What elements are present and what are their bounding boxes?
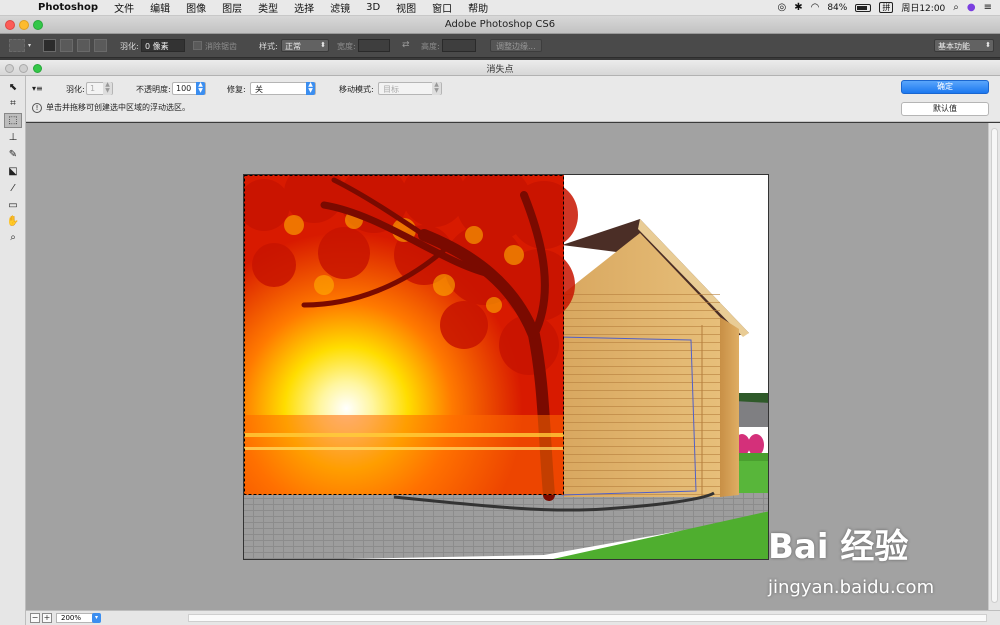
- stepper-icon[interactable]: ▲ ▼: [103, 82, 112, 95]
- edit-plane-tool-icon[interactable]: ⬉: [4, 80, 22, 95]
- chevron-down-icon: ▲ ▼: [432, 82, 441, 95]
- battery-percent: 84%: [827, 2, 848, 13]
- ok-button[interactable]: 确定: [901, 80, 989, 94]
- move-mode-value: 目标: [383, 85, 399, 94]
- hand-tool-icon[interactable]: ✋: [4, 214, 22, 229]
- vp-feather-label: 羽化:: [66, 85, 85, 94]
- watermark-brand: Bai 经验: [768, 527, 909, 567]
- swap-dimensions-icon[interactable]: ⇄: [402, 40, 410, 50]
- opacity-value: 100: [176, 84, 192, 93]
- style-select[interactable]: 正常 ⬍: [281, 39, 329, 52]
- hint-text: 单击并拖移可创建选中区域的浮动选区。: [46, 103, 190, 112]
- photo-illustration: [244, 175, 768, 559]
- heal-value: 关: [255, 85, 263, 94]
- default-button[interactable]: 默认值: [901, 102, 989, 116]
- stepper-icon[interactable]: ▲ ▼: [196, 82, 205, 95]
- mac-menubar: Photoshop 文件 编辑 图像 图层 类型 选择 滤镜 3D 视图 窗口 …: [0, 0, 1000, 16]
- menu-3d[interactable]: 3D: [358, 2, 388, 13]
- transform-tool-icon[interactable]: ⬕: [4, 164, 22, 179]
- menu-filter[interactable]: 滤镜: [322, 0, 358, 15]
- workspace-value: 基本功能: [938, 42, 970, 51]
- clock[interactable]: 周日12:00: [901, 1, 945, 14]
- measure-tool-icon[interactable]: ▭: [4, 198, 22, 213]
- add-to-selection-icon[interactable]: [60, 39, 73, 52]
- antialias-label: 消除锯齿: [205, 42, 237, 51]
- vp-feather-value: 1: [90, 84, 96, 93]
- zoom-in-button[interactable]: +: [42, 613, 52, 623]
- hint-bar: ! 单击并拖移可创建选中区域的浮动选区。: [32, 102, 887, 116]
- horizontal-scrollbar[interactable]: [188, 614, 987, 622]
- create-plane-tool-icon[interactable]: ⌗: [4, 96, 22, 111]
- creative-cloud-icon[interactable]: ◎: [777, 2, 786, 13]
- menu-window[interactable]: 窗口: [424, 0, 460, 15]
- chevron-down-icon: ⬍: [985, 41, 991, 49]
- menu-type[interactable]: 类型: [250, 0, 286, 15]
- move-mode-select[interactable]: 目标 ▲ ▼: [378, 82, 442, 95]
- chevron-down-icon: ⬍: [320, 41, 326, 49]
- chevron-down-icon: ▲ ▼: [306, 82, 315, 95]
- info-icon: !: [32, 102, 42, 113]
- wifi-icon[interactable]: ◠: [811, 2, 820, 13]
- menu-select[interactable]: 选择: [286, 0, 322, 15]
- menu-view[interactable]: 视图: [388, 0, 424, 15]
- dialog-title: 消失点: [486, 65, 514, 75]
- intersect-selection-icon[interactable]: [94, 39, 107, 52]
- feather-input[interactable]: 0 像素: [141, 39, 185, 52]
- feather-label: 羽化:: [120, 42, 139, 51]
- style-value: 正常: [285, 42, 301, 51]
- width-label: 宽度:: [337, 42, 356, 51]
- move-mode-label: 移动模式:: [339, 85, 374, 94]
- refine-edge-button[interactable]: 调整边缘...: [490, 39, 542, 52]
- height-input[interactable]: [442, 39, 476, 52]
- heal-label: 修复:: [227, 85, 246, 94]
- subtract-selection-icon[interactable]: [77, 39, 90, 52]
- bluetooth-icon[interactable]: ✱: [794, 2, 802, 13]
- photoshop-options-bar: ▾ 羽化: 0 像素 消除锯齿 样式: 正常 ⬍ 宽度: ⇄ 高度: 调整边缘..…: [0, 34, 1000, 58]
- status-bar: − + 200% ▾: [26, 610, 1000, 625]
- eyedropper-tool-icon[interactable]: ⁄: [4, 181, 22, 196]
- width-input[interactable]: [358, 39, 390, 52]
- document-image[interactable]: [243, 174, 769, 560]
- notification-center-icon[interactable]: ≡: [984, 2, 992, 13]
- height-label: 高度:: [421, 42, 440, 51]
- options-menu-icon[interactable]: ▾≡: [32, 84, 43, 93]
- vp-feather-input[interactable]: 1 ▲ ▼: [86, 82, 113, 95]
- vanishing-point-toolbar: ⬉ ⌗ ⬚ ⊥ ✎ ⬕ ⁄ ▭ ✋ ⌕: [0, 76, 26, 625]
- input-method-icon[interactable]: 拼: [879, 2, 894, 13]
- menu-layer[interactable]: 图层: [214, 0, 250, 15]
- style-label: 样式:: [259, 42, 278, 51]
- opacity-label: 不透明度:: [136, 85, 171, 94]
- marquee-tool-icon[interactable]: ⬚: [4, 113, 22, 128]
- window-title: Adobe Photoshop CS6: [444, 19, 556, 30]
- antialias-checkbox[interactable]: [193, 41, 202, 50]
- chevron-down-icon[interactable]: ▾: [28, 42, 31, 49]
- watermark-url: jingyan.baidu.com: [768, 577, 935, 598]
- opacity-input[interactable]: 100 ▲ ▼: [172, 82, 206, 95]
- zoom-out-button[interactable]: −: [30, 613, 40, 623]
- spotlight-search-icon[interactable]: ⌕: [953, 2, 959, 13]
- heal-select[interactable]: 关 ▲ ▼: [250, 82, 316, 95]
- stamp-tool-icon[interactable]: ⊥: [4, 130, 22, 145]
- photoshop-titlebar: Adobe Photoshop CS6: [0, 16, 1000, 34]
- zoom-level-select[interactable]: 200%: [56, 613, 96, 623]
- chevron-down-icon[interactable]: ▾: [92, 613, 101, 623]
- new-selection-icon[interactable]: [43, 39, 56, 52]
- menu-file[interactable]: 文件: [106, 0, 142, 15]
- brush-tool-icon[interactable]: ✎: [4, 147, 22, 162]
- zoom-tool-icon[interactable]: ⌕: [4, 230, 22, 245]
- menu-help[interactable]: 帮助: [460, 0, 496, 15]
- siri-icon[interactable]: ●: [967, 2, 976, 13]
- workspace-select[interactable]: 基本功能 ⬍: [934, 39, 994, 52]
- baidu-jingyan-watermark: Bai 经验 jingyan.baidu.com: [766, 519, 996, 605]
- app-menu[interactable]: Photoshop: [30, 2, 106, 13]
- marquee-preset-icon[interactable]: [9, 39, 25, 52]
- menu-edit[interactable]: 编辑: [142, 0, 178, 15]
- battery-icon[interactable]: [855, 3, 872, 12]
- vanishing-point-titlebar: 消失点: [0, 60, 1000, 76]
- menu-image[interactable]: 图像: [178, 0, 214, 15]
